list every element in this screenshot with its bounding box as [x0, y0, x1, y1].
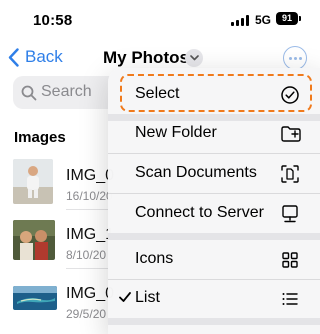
- menu-item-label: List: [135, 289, 160, 306]
- menu-group-separator: [108, 233, 320, 240]
- battery-icon: 91: [276, 12, 301, 25]
- menu-item-list[interactable]: List: [108, 279, 320, 318]
- menu-item-connect-to-server[interactable]: Connect to Server: [108, 194, 320, 233]
- status-time: 10:58: [33, 12, 73, 29]
- file-date: 8/10/20: [66, 248, 107, 262]
- title-menu-chevron-down-icon[interactable]: [185, 49, 203, 67]
- file-date: 16/10/20: [66, 189, 113, 203]
- menu-item-label: Connect to Server: [135, 204, 264, 221]
- menu-item-label: Icons: [135, 250, 174, 267]
- file-name: IMG_1: [66, 226, 115, 243]
- checkmark-circle-icon: [281, 86, 299, 104]
- network-type: 5G: [255, 13, 272, 27]
- menu-item-select[interactable]: Select: [108, 75, 320, 114]
- more-options-button[interactable]: [283, 46, 307, 70]
- menu-item-label: Scan Documents: [135, 164, 257, 181]
- menu-item-new-folder[interactable]: New Folder: [108, 114, 320, 153]
- menu-item-icons[interactable]: Icons: [108, 240, 320, 279]
- menu-item-label: New Folder: [135, 124, 217, 141]
- document-scan-icon: [281, 165, 299, 183]
- file-name: IMG_0: [66, 167, 115, 184]
- menu-item-scan-documents[interactable]: Scan Documents: [108, 154, 320, 193]
- menu-item-label: Select: [135, 85, 180, 102]
- image-thumbnail: [13, 220, 55, 260]
- file-name: IMG_0: [66, 285, 115, 302]
- search-placeholder: Search: [41, 83, 92, 100]
- back-button[interactable]: Back: [8, 44, 63, 70]
- image-thumbnail: [13, 159, 53, 204]
- image-thumbnail: [13, 286, 57, 310]
- context-menu: Select New Folder Scan Documents Connect…: [108, 68, 320, 334]
- status-bar: 10:58 5G 91: [0, 0, 320, 40]
- grid-icon: [282, 252, 298, 268]
- search-icon: [21, 85, 37, 101]
- page-title: My Photos: [103, 48, 189, 67]
- server-monitor-icon: [282, 205, 298, 223]
- checkmark-icon: [119, 292, 131, 302]
- cellular-signal-icon: [231, 15, 249, 26]
- folder-plus-icon: [281, 126, 301, 142]
- chevron-left-icon: [8, 47, 19, 67]
- list-icon: [282, 293, 298, 305]
- section-header-images: Images: [14, 129, 66, 146]
- menu-group-separator: [108, 318, 320, 325]
- back-label: Back: [25, 47, 63, 66]
- file-date: 29/5/20: [66, 307, 107, 321]
